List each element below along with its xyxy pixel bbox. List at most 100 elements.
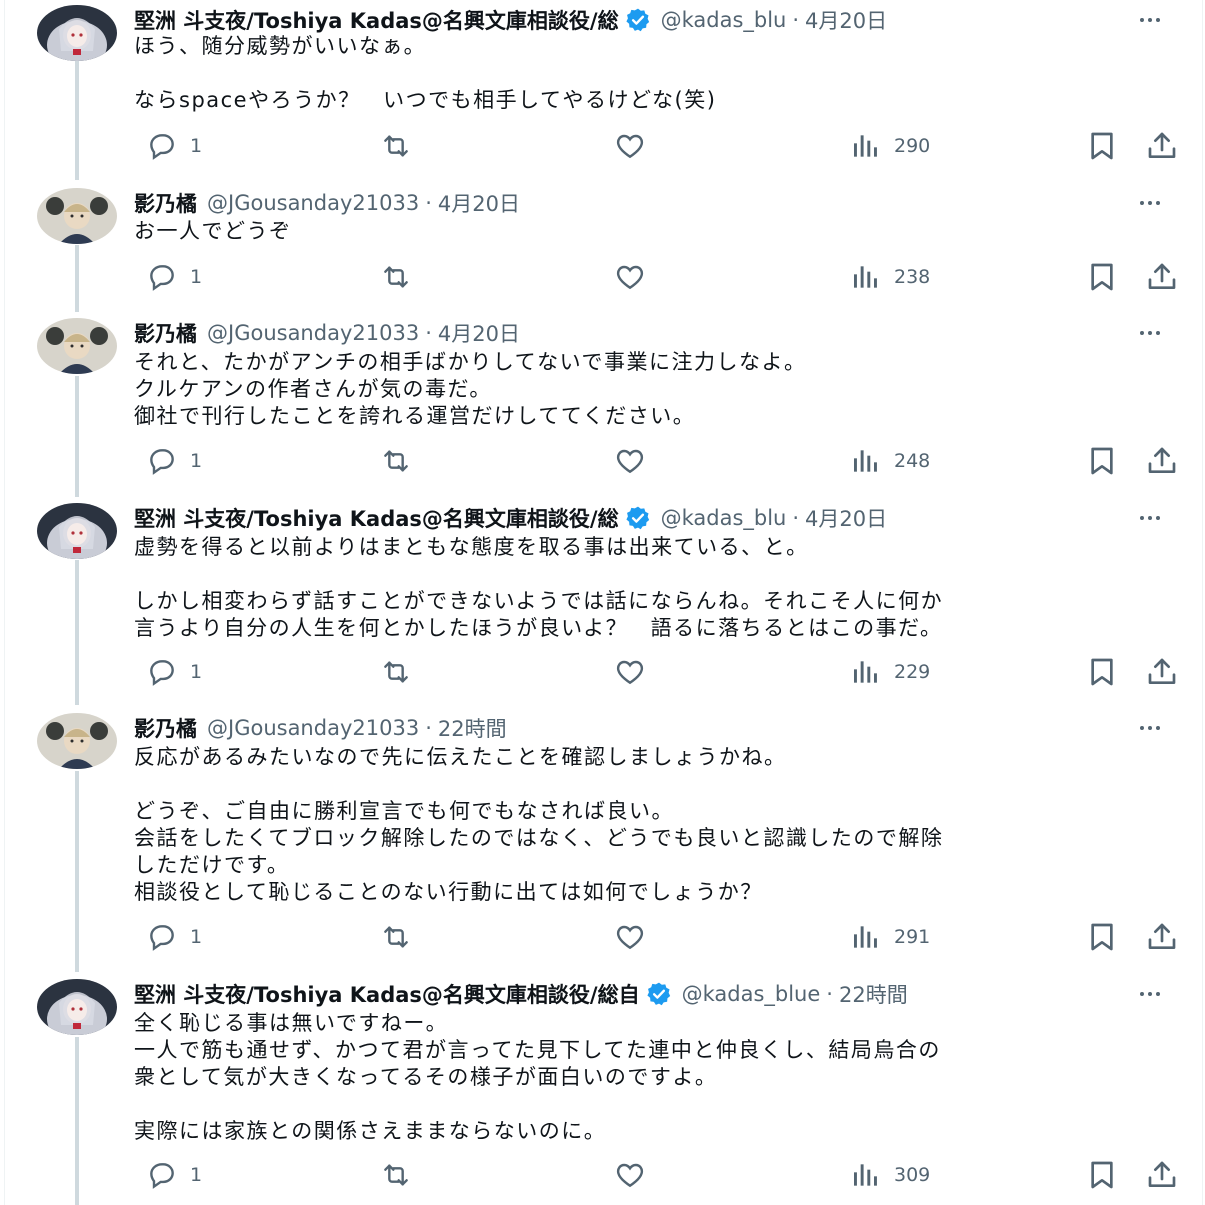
like-button[interactable] (602, 130, 646, 162)
share-icon (1146, 1159, 1178, 1191)
like-button[interactable] (602, 261, 646, 293)
share-icon (1146, 921, 1178, 953)
retweet-button[interactable] (368, 1159, 412, 1191)
views-icon (850, 1159, 882, 1191)
retweet-icon (380, 1159, 412, 1191)
retweet-button[interactable] (368, 921, 412, 953)
retweet-icon (380, 261, 412, 293)
views-button[interactable]: 229 (838, 656, 930, 688)
user-handle[interactable]: @kadas_blu (661, 8, 787, 32)
views-button[interactable]: 291 (838, 921, 930, 953)
reply-icon (146, 445, 178, 477)
display-name[interactable]: 影乃橘 (134, 188, 197, 218)
reply-button[interactable]: 1 (134, 130, 202, 162)
share-button[interactable] (1134, 445, 1178, 477)
reply-button[interactable]: 1 (134, 921, 202, 953)
timestamp[interactable]: 4月20日 (438, 318, 520, 348)
tweet-text-line: 相談役として恥じることのない行動に出ては如何でしょうか？ (134, 880, 763, 904)
retweet-button[interactable] (368, 445, 412, 477)
tweet-text-line (134, 561, 1154, 588)
reply-icon (146, 656, 178, 688)
reply-button[interactable]: 1 (134, 656, 202, 688)
reply-button[interactable]: 1 (134, 1159, 202, 1191)
bookmark-button[interactable] (1074, 261, 1118, 293)
tweet-text-line: 御社で刊行したことを誇れる運営だけしててください。 (134, 404, 696, 428)
bookmark-icon (1086, 130, 1118, 162)
views-icon (850, 130, 882, 162)
bookmark-icon (1086, 1159, 1118, 1191)
retweet-button[interactable] (368, 261, 412, 293)
timestamp[interactable]: 4月20日 (438, 188, 520, 218)
more-icon[interactable] (1132, 718, 1168, 738)
share-button[interactable] (1134, 261, 1178, 293)
share-button[interactable] (1134, 921, 1178, 953)
tweet-text: 反応があるみたいなので先に伝えたことを確認しましょうかね。 どうぞ、ご自由に勝利宣… (134, 744, 1154, 906)
user-handle[interactable]: @JGousanday21033 (207, 321, 419, 345)
tweet-header: 影乃橘 @JGousanday21033 · 4月20日 (134, 188, 520, 218)
user-handle[interactable]: @JGousanday21033 (207, 191, 419, 215)
reply-button[interactable]: 1 (134, 445, 202, 477)
reply-button[interactable]: 1 (134, 261, 202, 293)
bookmark-button[interactable] (1074, 1159, 1118, 1191)
avatar[interactable] (37, 713, 117, 769)
bookmark-button[interactable] (1074, 921, 1118, 953)
verified-badge-icon[interactable] (625, 7, 651, 33)
tweet-text-line: どうぞ、ご自由に勝利宣言でも何でもなされば良い。 (134, 799, 674, 823)
avatar[interactable] (37, 5, 117, 61)
more-icon[interactable] (1132, 193, 1168, 213)
like-icon (614, 130, 646, 162)
tweet-text-line: 一人で筋も通せず、かつて君が言ってた見下してた連中と仲良くし、結局烏合の (134, 1038, 941, 1062)
share-button[interactable] (1134, 1159, 1178, 1191)
more-icon[interactable] (1132, 10, 1168, 30)
avatar[interactable] (37, 188, 117, 244)
display-name[interactable]: 堅洲 斗支夜/Toshiya Kadas@名興文庫相談役/総 (134, 5, 619, 35)
more-icon[interactable] (1132, 984, 1168, 1004)
like-button[interactable] (602, 921, 646, 953)
tweet-text-line: お一人でどうぞ (134, 219, 292, 243)
like-button[interactable] (602, 656, 646, 688)
thread-connector-line (75, 245, 79, 312)
views-button[interactable]: 238 (838, 261, 930, 293)
more-icon[interactable] (1132, 508, 1168, 528)
tweet-text-line: 実際には家族との関係さえままならないのに。 (134, 1119, 607, 1143)
avatar[interactable] (37, 503, 117, 559)
views-button[interactable]: 309 (838, 1159, 930, 1191)
avatar[interactable] (37, 318, 117, 374)
tweet-text-line (134, 1091, 1154, 1118)
display-name[interactable]: 堅洲 斗支夜/Toshiya Kadas@名興文庫相談役/総自 (134, 979, 640, 1009)
timestamp[interactable]: 4月20日 (805, 5, 887, 35)
views-icon (850, 656, 882, 688)
reply-icon (146, 921, 178, 953)
tweet-text-line: 反応があるみたいなので先に伝えたことを確認しましょうかね。 (134, 745, 787, 769)
bookmark-button[interactable] (1074, 130, 1118, 162)
verified-badge-icon[interactable] (646, 981, 672, 1007)
timestamp[interactable]: 22時間 (839, 979, 908, 1009)
bookmark-button[interactable] (1074, 445, 1118, 477)
user-handle[interactable]: @kadas_blu (661, 506, 787, 530)
retweet-button[interactable] (368, 656, 412, 688)
like-button[interactable] (602, 445, 646, 477)
like-button[interactable] (602, 1159, 646, 1191)
user-handle[interactable]: @JGousanday21033 (207, 716, 419, 740)
verified-badge-icon[interactable] (625, 505, 651, 531)
views-icon (850, 921, 882, 953)
timestamp[interactable]: 22時間 (438, 713, 507, 743)
more-icon[interactable] (1132, 323, 1168, 343)
avatar[interactable] (37, 979, 117, 1035)
share-button[interactable] (1134, 656, 1178, 688)
tweet-actions: 1 229 (134, 656, 1176, 688)
retweet-button[interactable] (368, 130, 412, 162)
timestamp[interactable]: 4月20日 (805, 503, 887, 533)
views-button[interactable]: 248 (838, 445, 930, 477)
share-button[interactable] (1134, 130, 1178, 162)
tweet-text-line: しかし相変わらず話すことができないようでは話にならんね。それこそ人に何か (134, 589, 944, 613)
views-button[interactable]: 290 (838, 130, 930, 162)
thread-connector-line (75, 376, 79, 497)
like-icon (614, 1159, 646, 1191)
display-name[interactable]: 堅洲 斗支夜/Toshiya Kadas@名興文庫相談役/総 (134, 503, 619, 533)
bookmark-button[interactable] (1074, 656, 1118, 688)
display-name[interactable]: 影乃橘 (134, 713, 197, 743)
like-icon (614, 656, 646, 688)
user-handle[interactable]: @kadas_blue (682, 982, 821, 1006)
display-name[interactable]: 影乃橘 (134, 318, 197, 348)
